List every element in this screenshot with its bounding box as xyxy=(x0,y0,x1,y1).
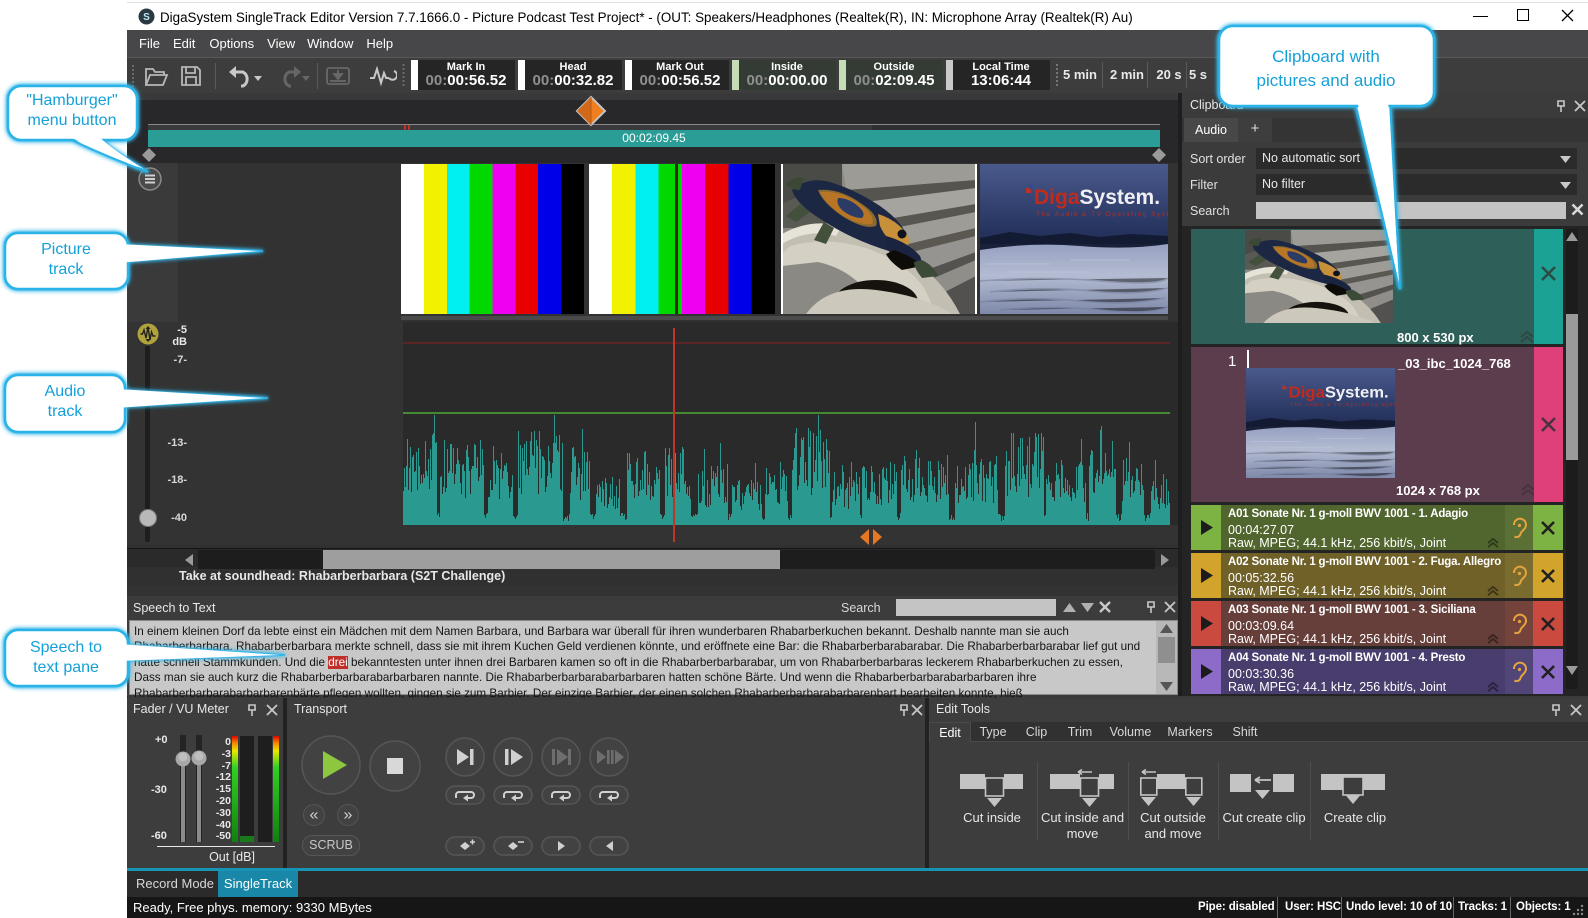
svg-text:Audio: Audio xyxy=(45,383,86,400)
svg-text:»: » xyxy=(344,807,353,824)
svg-text:Clipboard with: Clipboard with xyxy=(1272,47,1380,66)
svg-text:pictures and audio: pictures and audio xyxy=(1257,71,1396,90)
svg-text:Picture: Picture xyxy=(41,241,91,258)
svg-text:track: track xyxy=(49,261,85,278)
svg-text:text pane: text pane xyxy=(33,659,99,676)
svg-text:"Hamburger": "Hamburger" xyxy=(26,92,117,109)
svg-text:Speech to: Speech to xyxy=(30,639,102,656)
svg-text:S: S xyxy=(143,12,150,23)
svg-text:track: track xyxy=(48,403,84,420)
svg-text:menu button: menu button xyxy=(28,112,117,129)
svg-text:«: « xyxy=(310,807,319,824)
